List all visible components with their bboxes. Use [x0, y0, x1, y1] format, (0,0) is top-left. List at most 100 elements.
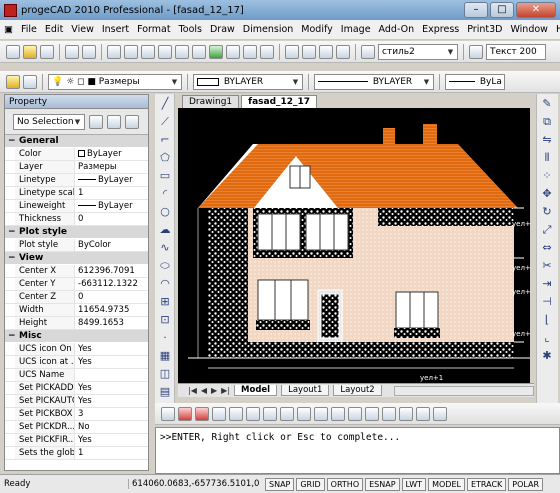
- match-icon[interactable]: [302, 44, 316, 59]
- drawing-canvas[interactable]: уел+1 уел+1 уел+1 уел+1 уел+1: [178, 108, 535, 383]
- snap-clear-icon[interactable]: [433, 406, 447, 421]
- properties-icon[interactable]: [285, 44, 299, 59]
- insert-block-icon[interactable]: ⊞: [158, 295, 172, 309]
- menu-print3d[interactable]: Print3D: [463, 24, 506, 35]
- save-icon[interactable]: [40, 44, 54, 59]
- linetype-combo[interactable]: BYLAYER ▼: [314, 73, 434, 90]
- tab-layout1[interactable]: Layout1: [281, 385, 330, 396]
- ellipse-icon[interactable]: ⬭: [158, 259, 172, 273]
- print-icon[interactable]: [65, 44, 79, 59]
- cut-icon[interactable]: [107, 44, 121, 59]
- menu-insert[interactable]: Insert: [98, 24, 133, 35]
- fillet-icon[interactable]: ⌞: [540, 331, 554, 345]
- snap-insert-icon[interactable]: [280, 406, 294, 421]
- make-block-icon[interactable]: ⊡: [158, 313, 172, 327]
- menu-window[interactable]: Window: [506, 24, 551, 35]
- section-general[interactable]: General: [5, 135, 148, 148]
- snap-quadrant-icon[interactable]: [246, 406, 260, 421]
- line-icon[interactable]: ╱: [158, 97, 172, 111]
- text-style-combo[interactable]: стиль2 ▼: [378, 43, 458, 60]
- trim-icon[interactable]: ✂: [540, 259, 554, 273]
- select-objects-icon[interactable]: [107, 114, 121, 129]
- close-button[interactable]: ✕: [516, 2, 556, 18]
- offset-icon[interactable]: ⫴: [540, 151, 554, 165]
- polyline-icon[interactable]: ⌐: [158, 133, 172, 147]
- toggle-pickadd-icon[interactable]: [89, 114, 103, 129]
- stretch-icon[interactable]: ⇔: [540, 241, 554, 255]
- copy-icon[interactable]: [124, 44, 138, 59]
- prev-tab-icon[interactable]: ◀: [201, 386, 207, 395]
- scale-icon[interactable]: ⤢: [540, 223, 554, 237]
- help-icon[interactable]: [336, 44, 350, 59]
- region-icon[interactable]: ◫: [158, 367, 172, 381]
- snap-all-icon[interactable]: [416, 406, 430, 421]
- zoom-extents-icon[interactable]: [243, 44, 257, 59]
- layer-state-icon[interactable]: [23, 74, 37, 89]
- status-grid[interactable]: GRID: [296, 477, 325, 491]
- text-style-icon[interactable]: [361, 44, 375, 59]
- paste-icon[interactable]: [141, 44, 155, 59]
- first-tab-icon[interactable]: |◀: [188, 386, 197, 395]
- explode-icon[interactable]: ✱: [540, 349, 554, 363]
- app-icon[interactable]: [4, 3, 17, 17]
- menu-view[interactable]: View: [67, 24, 98, 35]
- quick-select-icon[interactable]: [125, 114, 139, 129]
- snap-settings-icon[interactable]: [161, 406, 175, 421]
- zoom-icon[interactable]: [209, 44, 223, 59]
- menu-addon[interactable]: Add-On: [375, 24, 419, 35]
- horizontal-scrollbar[interactable]: [394, 385, 534, 396]
- snap-node-icon[interactable]: [229, 406, 243, 421]
- snap-nearest-icon[interactable]: [331, 406, 345, 421]
- layer-combo[interactable]: 💡 ☼ ◻ ■ Размеры ▼: [48, 73, 182, 90]
- last-tab-icon[interactable]: ▶|: [221, 386, 230, 395]
- menu-express[interactable]: Express: [418, 24, 463, 35]
- menu-modify[interactable]: Modify: [297, 24, 336, 35]
- layer-manager-icon[interactable]: [6, 74, 20, 89]
- pan-icon[interactable]: [192, 44, 206, 59]
- spline-icon[interactable]: ∿: [158, 241, 172, 255]
- color-combo[interactable]: BYLAYER ▼: [193, 73, 303, 90]
- snap-end-icon[interactable]: [178, 406, 192, 421]
- snap-apparent-icon[interactable]: [348, 406, 362, 421]
- command-line[interactable]: >>ENTER, Right click or Esc to complete.…: [155, 427, 560, 474]
- snap-center-icon[interactable]: [212, 406, 226, 421]
- snap-mid-icon[interactable]: [195, 406, 209, 421]
- open-icon[interactable]: [23, 44, 37, 59]
- status-etrack[interactable]: ETRACK: [466, 477, 507, 491]
- dim-style-combo[interactable]: Текст 200: [486, 43, 546, 60]
- move-icon[interactable]: ✥: [540, 187, 554, 201]
- break-icon[interactable]: ⊣: [540, 295, 554, 309]
- snap-parallel-icon[interactable]: [365, 406, 379, 421]
- menu-image[interactable]: Image: [337, 24, 375, 35]
- erase-icon[interactable]: ✎: [540, 97, 554, 111]
- snap-none-icon[interactable]: [399, 406, 413, 421]
- menu-help[interactable]: Help: [552, 24, 560, 35]
- arc-icon[interactable]: ◜: [158, 187, 172, 201]
- polygon-icon[interactable]: ⬠: [158, 151, 172, 165]
- tab-model[interactable]: Model: [234, 385, 278, 396]
- snap-extension-icon[interactable]: [382, 406, 396, 421]
- point-icon[interactable]: ·: [158, 331, 172, 345]
- status-esnap[interactable]: ESNAP: [365, 477, 400, 491]
- rectangle-icon[interactable]: ▭: [158, 169, 172, 183]
- infinite-line-icon[interactable]: ⟋: [158, 115, 172, 129]
- section-view[interactable]: View: [5, 252, 148, 265]
- lineweight-combo[interactable]: ByLa: [445, 73, 505, 90]
- status-model[interactable]: MODEL: [428, 477, 465, 491]
- tab-fasad[interactable]: fasad_12_17: [241, 95, 318, 108]
- menu-draw[interactable]: Draw: [206, 24, 239, 35]
- undo-icon[interactable]: [158, 44, 172, 59]
- preview-icon[interactable]: [82, 44, 96, 59]
- menu-file[interactable]: File: [17, 24, 41, 35]
- app-menu-icon[interactable]: ▣: [0, 24, 17, 35]
- zoom-prev-icon[interactable]: [260, 44, 274, 59]
- tab-drawing1[interactable]: Drawing1: [182, 95, 240, 108]
- rotate-icon[interactable]: ↻: [540, 205, 554, 219]
- status-ortho[interactable]: ORTHO: [326, 477, 364, 491]
- array-icon[interactable]: ⁘: [540, 169, 554, 183]
- cloud-icon[interactable]: ☁: [158, 223, 172, 237]
- status-polar[interactable]: POLAR: [508, 477, 544, 491]
- menu-tools[interactable]: Tools: [175, 24, 206, 35]
- section-plot-style[interactable]: Plot style: [5, 226, 148, 239]
- menu-format[interactable]: Format: [133, 24, 174, 35]
